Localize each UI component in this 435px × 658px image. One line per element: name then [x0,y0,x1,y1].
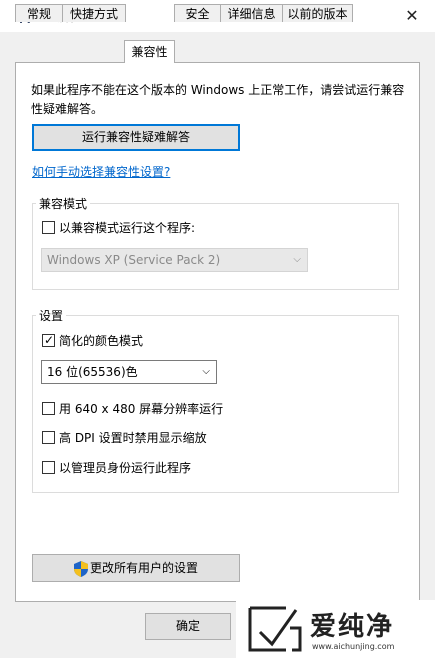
reduced-color-label: 简化的颜色模式 [59,334,144,348]
compat-mode-checkbox[interactable] [42,221,55,234]
compat-mode-group [32,203,399,290]
res-640-checkbox[interactable] [42,402,55,415]
uac-shield-icon [73,560,88,577]
tab-details[interactable]: 详细信息 [220,4,283,22]
run-troubleshooter-button[interactable]: 运行兼容性疑难解答 [32,124,240,151]
compat-mode-checkbox-row[interactable]: 以兼容模式运行这个程序: [42,220,282,236]
watermark: 爱纯净 www.aichunjing.com [236,600,435,658]
ok-button[interactable]: 确定 [145,613,231,640]
tab-security[interactable]: 安全 [174,4,221,22]
high-dpi-checkbox-row[interactable]: 高 DPI 设置时禁用显示缩放 [42,430,282,446]
checkmark-icon: ✓ [44,333,55,347]
tab-compatibility[interactable]: 兼容性 [124,40,175,63]
color-depth-select-value: 16 位(65536)色 [47,365,138,379]
color-depth-select[interactable]: 16 位(65536)色 ⌵ [41,360,217,384]
run-as-admin-checkbox-row[interactable]: 以管理员身份运行此程序 [42,460,282,476]
chevron-down-icon: ⌵ [293,254,301,265]
watermark-logo-icon [248,606,302,652]
reduced-color-checkbox[interactable]: ✓ [42,333,55,347]
compat-mode-checkbox-label: 以兼容模式运行这个程序: [59,221,196,235]
watermark-brand: 爱纯净 [310,612,395,642]
reduced-color-checkbox-row[interactable]: ✓ 简化的颜色模式 [42,333,242,349]
manual-settings-link[interactable]: 如何手动选择兼容性设置? [32,163,170,180]
run-as-admin-checkbox[interactable] [42,461,55,474]
run-as-admin-label: 以管理员身份运行此程序 [59,461,192,475]
res-640-checkbox-row[interactable]: 用 640 x 480 屏幕分辨率运行 [42,401,282,417]
compat-os-select: Windows XP (Service Pack 2) ⌵ [41,248,308,272]
close-button[interactable]: ✕ [400,4,424,28]
tab-shortcut[interactable]: 快捷方式 [62,4,126,22]
compat-mode-group-title: 兼容模式 [36,195,91,212]
high-dpi-checkbox[interactable] [42,431,55,444]
compat-os-select-value: Windows XP (Service Pack 2) [47,253,221,267]
settings-group-title: 设置 [36,307,67,324]
tab-previous-versions[interactable]: 以前的版本 [282,4,353,22]
change-all-users-button[interactable]: 更改所有用户的设置 [32,554,240,582]
watermark-url: www.aichunjing.com [312,642,395,651]
change-all-users-label: 更改所有用户的设置 [89,561,198,575]
chevron-down-icon: ⌵ [202,366,210,377]
high-dpi-label: 高 DPI 设置时禁用显示缩放 [59,431,207,445]
compat-description: 如果此程序不能在这个版本的 Windows 上正常工作，请尝试运行兼容性疑难解答… [31,83,405,116]
res-640-label: 用 640 x 480 屏幕分辨率运行 [59,402,224,416]
tab-general[interactable]: 常规 [15,4,63,22]
